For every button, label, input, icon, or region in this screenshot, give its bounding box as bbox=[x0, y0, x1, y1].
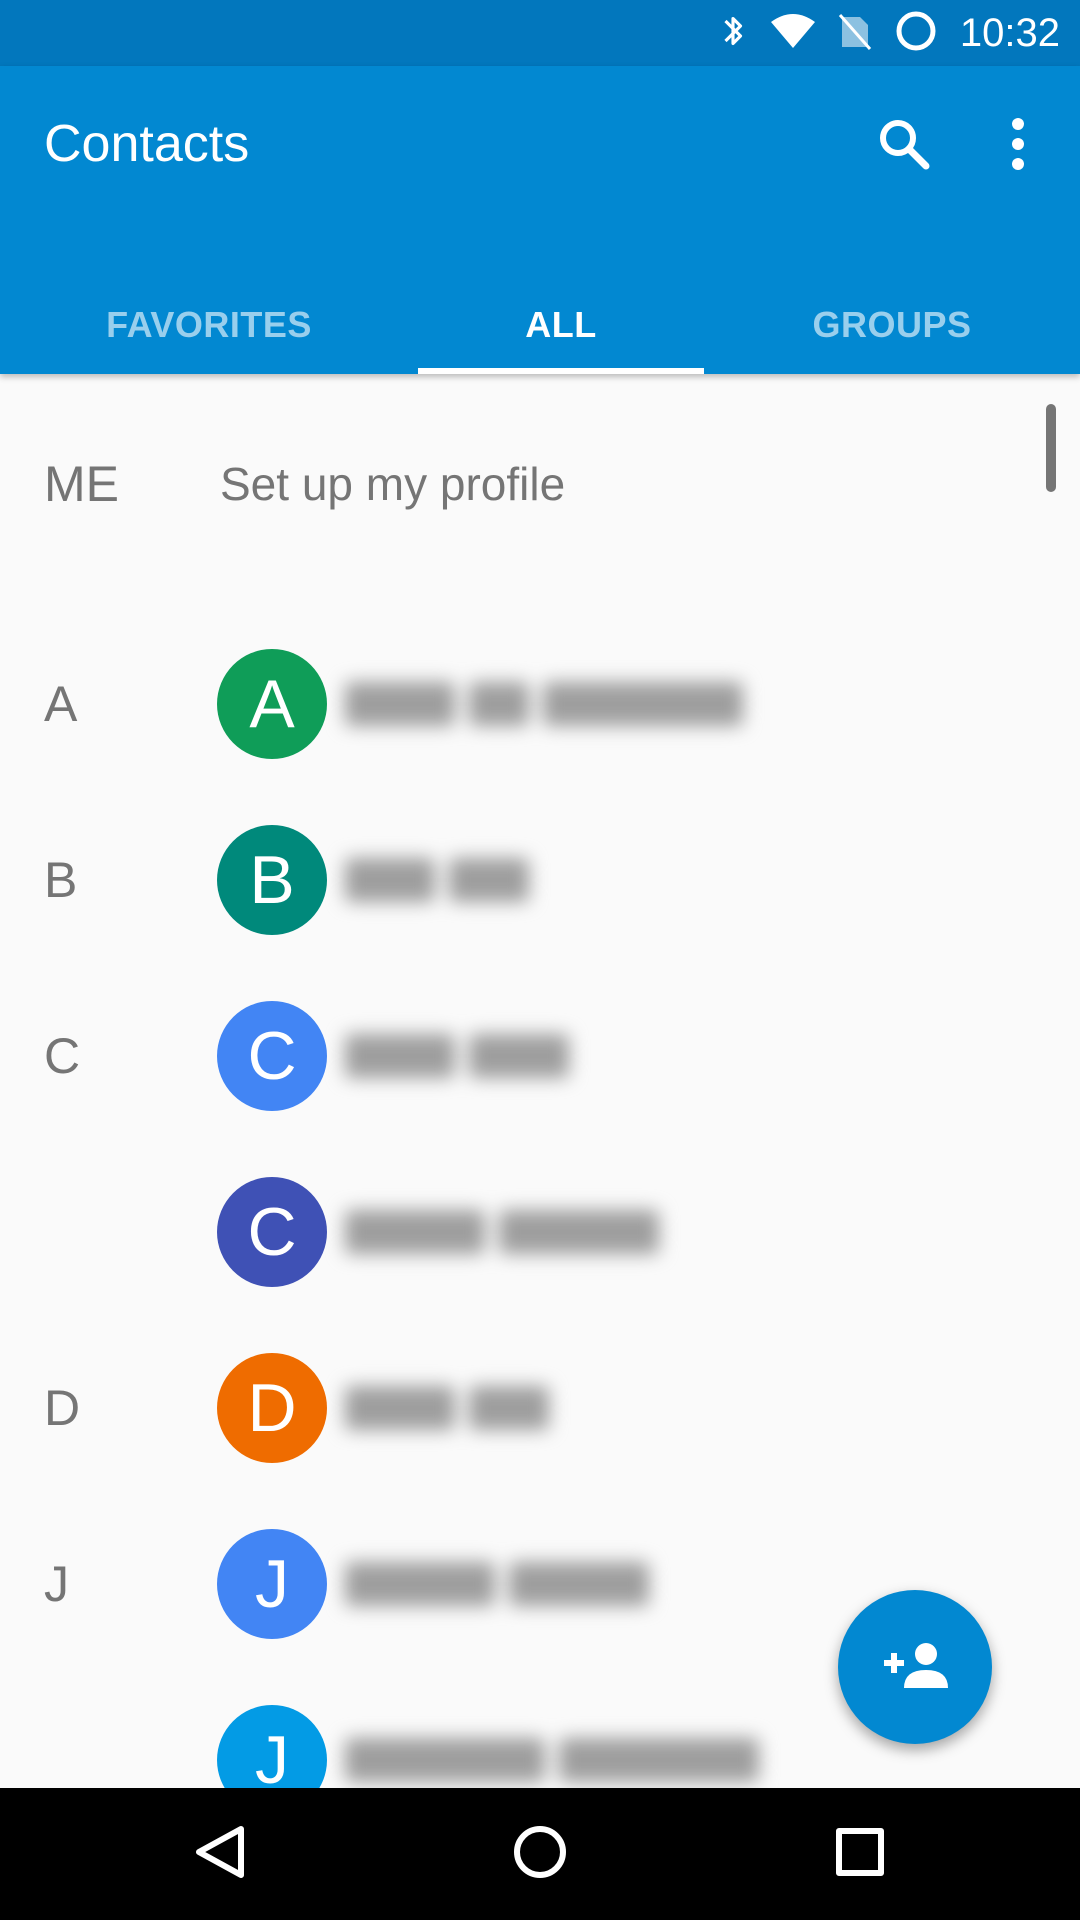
battery-charging-icon bbox=[894, 9, 938, 58]
contact-row[interactable]: D D bbox=[0, 1320, 1080, 1496]
tab-all[interactable]: ALL bbox=[418, 276, 704, 374]
section-letter: B bbox=[44, 852, 78, 908]
status-time: 10:32 bbox=[959, 10, 1060, 55]
blurred-contact-name bbox=[345, 1549, 663, 1619]
search-icon bbox=[876, 116, 932, 177]
avatar: J bbox=[217, 1529, 327, 1639]
home-button[interactable] bbox=[500, 1814, 580, 1894]
blurred-contact-name bbox=[345, 1725, 773, 1788]
more-vert-icon bbox=[1008, 116, 1028, 177]
section-letter: C bbox=[44, 1028, 81, 1084]
no-sim-icon bbox=[838, 11, 872, 56]
section-letter: A bbox=[44, 676, 78, 732]
avatar: D bbox=[217, 1353, 327, 1463]
section-letter: D bbox=[44, 1380, 81, 1436]
avatar: B bbox=[217, 825, 327, 935]
search-button[interactable] bbox=[868, 110, 940, 182]
avatar: A bbox=[217, 649, 327, 759]
back-button[interactable] bbox=[180, 1814, 260, 1894]
blurred-contact-name bbox=[345, 1373, 563, 1443]
bluetooth-icon bbox=[718, 11, 748, 56]
home-icon bbox=[512, 1824, 568, 1885]
profile-section-label: ME bbox=[44, 456, 119, 512]
app-bar: Contacts FAVORITES ALL GROUPS bbox=[0, 66, 1080, 374]
avatar: J bbox=[217, 1705, 327, 1788]
setup-profile-text: Set up my profile bbox=[220, 458, 566, 510]
avatar: C bbox=[217, 1177, 327, 1287]
status-bar: 10:32 bbox=[0, 0, 1080, 66]
tab-groups[interactable]: GROUPS bbox=[704, 276, 1080, 374]
contact-row[interactable]: C bbox=[0, 1144, 1080, 1320]
contact-list[interactable]: ME Set up my profile A A B B C C C D D J… bbox=[0, 374, 1080, 1788]
person-add-icon bbox=[880, 1640, 950, 1695]
contact-row[interactable]: C C bbox=[0, 968, 1080, 1144]
back-icon bbox=[193, 1823, 247, 1886]
section-letter: J bbox=[44, 1556, 69, 1612]
wifi-icon bbox=[770, 12, 816, 55]
blurred-contact-name bbox=[345, 845, 543, 915]
tab-all-label: ALL bbox=[525, 304, 597, 345]
tab-favorites-label: FAVORITES bbox=[106, 304, 312, 345]
profile-row[interactable]: ME Set up my profile bbox=[0, 434, 1080, 534]
more-options-button[interactable] bbox=[982, 110, 1054, 182]
contact-row[interactable]: B B bbox=[0, 792, 1080, 968]
add-contact-button[interactable] bbox=[838, 1590, 992, 1744]
blurred-contact-name bbox=[345, 669, 757, 739]
tab-bar: FAVORITES ALL GROUPS bbox=[0, 276, 1080, 374]
page-title: Contacts bbox=[44, 115, 250, 173]
recents-button[interactable] bbox=[820, 1814, 900, 1894]
contact-row[interactable]: A A bbox=[0, 616, 1080, 792]
avatar: C bbox=[217, 1001, 327, 1111]
navigation-bar bbox=[0, 1788, 1080, 1920]
tab-favorites[interactable]: FAVORITES bbox=[0, 276, 418, 374]
blurred-contact-name bbox=[345, 1021, 583, 1091]
contacts-screen: 10:32 Contacts FAVORITES ALL GROUPS ME S… bbox=[0, 0, 1080, 1920]
tab-groups-label: GROUPS bbox=[812, 304, 972, 345]
recents-icon bbox=[835, 1827, 885, 1882]
blurred-contact-name bbox=[345, 1197, 673, 1267]
